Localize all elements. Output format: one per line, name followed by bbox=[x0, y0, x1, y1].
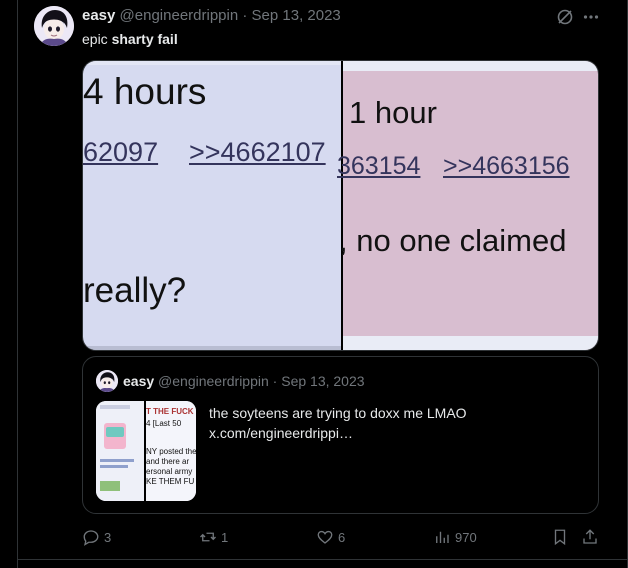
tweet-text: epic sharty fail bbox=[82, 30, 178, 48]
thumb-teal-block bbox=[106, 427, 124, 437]
left-link-1: 62097 bbox=[83, 137, 159, 167]
thumb-text-4: and there ar bbox=[146, 457, 190, 466]
quoted-tweet[interactable]: easy @engineerdrippin · Sep 13, 2023 T T… bbox=[82, 356, 599, 514]
author-name[interactable]: easy bbox=[82, 7, 115, 24]
more-icon[interactable] bbox=[581, 7, 601, 27]
media-right-bottomstrip bbox=[343, 336, 598, 350]
views-count: 970 bbox=[455, 529, 477, 545]
heart-icon bbox=[317, 530, 333, 544]
right-link-2: >>4663156 bbox=[443, 152, 570, 180]
header-separator: · bbox=[242, 7, 248, 24]
tweet-header: easy @engineerdrippin · Sep 13, 2023 bbox=[82, 7, 341, 25]
media-left-panel: 4 hours 62097 >>4662107 really? bbox=[83, 61, 341, 350]
repost-button[interactable]: 1 bbox=[199, 527, 228, 547]
media-right-topstrip bbox=[343, 61, 598, 71]
right-link-1: 363154 bbox=[337, 152, 421, 180]
thumb-text-3: NY posted the bbox=[146, 447, 196, 456]
repost-count: 1 bbox=[221, 529, 229, 545]
media-right-panel: 1 hour 363154 >>4663156 , no one claimed bbox=[337, 61, 598, 350]
avatar[interactable] bbox=[34, 6, 74, 46]
quote-avatar[interactable] bbox=[96, 370, 118, 392]
share-button[interactable] bbox=[581, 527, 603, 547]
grok-icon[interactable] bbox=[555, 7, 575, 27]
views-button[interactable]: 970 bbox=[433, 527, 477, 547]
action-bar: 3 1 6 970 bbox=[82, 527, 602, 547]
thumb-text-1: T THE FUCK bbox=[146, 407, 194, 416]
thumb-right-panel: T THE FUCK 4 [Last 50 NY posted the and … bbox=[146, 401, 196, 501]
tweet-media-image[interactable]: 4 hours 62097 >>4662107 really? 1 hour 3… bbox=[82, 60, 599, 351]
media-left-bottomstrip bbox=[83, 346, 341, 350]
left-heading: 4 hours bbox=[83, 71, 207, 112]
thumb-text-5: ersonal army bbox=[146, 467, 193, 476]
quote-author-name: easy bbox=[123, 373, 155, 389]
tweet-divider bbox=[17, 559, 628, 560]
reply-button[interactable]: 3 bbox=[82, 527, 111, 547]
author-handle[interactable]: @engineerdrippin bbox=[120, 7, 239, 24]
thumb-line-2 bbox=[100, 459, 134, 462]
share-icon bbox=[583, 529, 597, 544]
like-count: 6 bbox=[338, 529, 346, 545]
quote-header: easy @engineerdrippin · Sep 13, 2023 bbox=[123, 372, 365, 390]
tweet-text-plain: epic bbox=[82, 31, 112, 47]
bookmark-icon bbox=[554, 529, 566, 546]
timeline-border-left bbox=[17, 0, 18, 568]
quote-author-handle: @engineerdrippin bbox=[158, 373, 269, 389]
bookmark-button[interactable] bbox=[551, 527, 573, 547]
quote-date: Sep 13, 2023 bbox=[281, 373, 365, 389]
quote-separator: · bbox=[272, 373, 278, 389]
thumb-text-6: KE THEM FU bbox=[146, 477, 195, 486]
reply-icon bbox=[83, 530, 99, 546]
right-body: , no one claimed bbox=[339, 223, 567, 258]
tweet-date[interactable]: Sep 13, 2023 bbox=[252, 7, 341, 24]
quote-thumbnail: T THE FUCK 4 [Last 50 NY posted the and … bbox=[96, 401, 196, 501]
reply-count: 3 bbox=[104, 529, 112, 545]
views-icon bbox=[436, 531, 449, 543]
left-body: really? bbox=[83, 271, 187, 310]
quote-text: the soyteens are trying to doxx me LMAO … bbox=[209, 403, 467, 443]
repost-icon bbox=[200, 532, 216, 542]
media-left-topbar bbox=[83, 61, 341, 65]
like-button[interactable]: 6 bbox=[316, 527, 345, 547]
thumb-line-3 bbox=[100, 465, 128, 468]
quote-text-line-2: x.com/engineerdrippi… bbox=[209, 425, 353, 441]
quote-text-line-1: the soyteens are trying to doxx me LMAO bbox=[209, 405, 467, 421]
left-link-2: >>4662107 bbox=[189, 137, 326, 167]
thumb-text-2: 4 [Last 50 bbox=[146, 419, 182, 428]
thumb-green-block bbox=[100, 481, 120, 491]
thumb-line-1 bbox=[100, 405, 130, 409]
tweet-text-bold: sharty fail bbox=[111, 31, 178, 47]
right-heading: 1 hour bbox=[349, 95, 437, 130]
